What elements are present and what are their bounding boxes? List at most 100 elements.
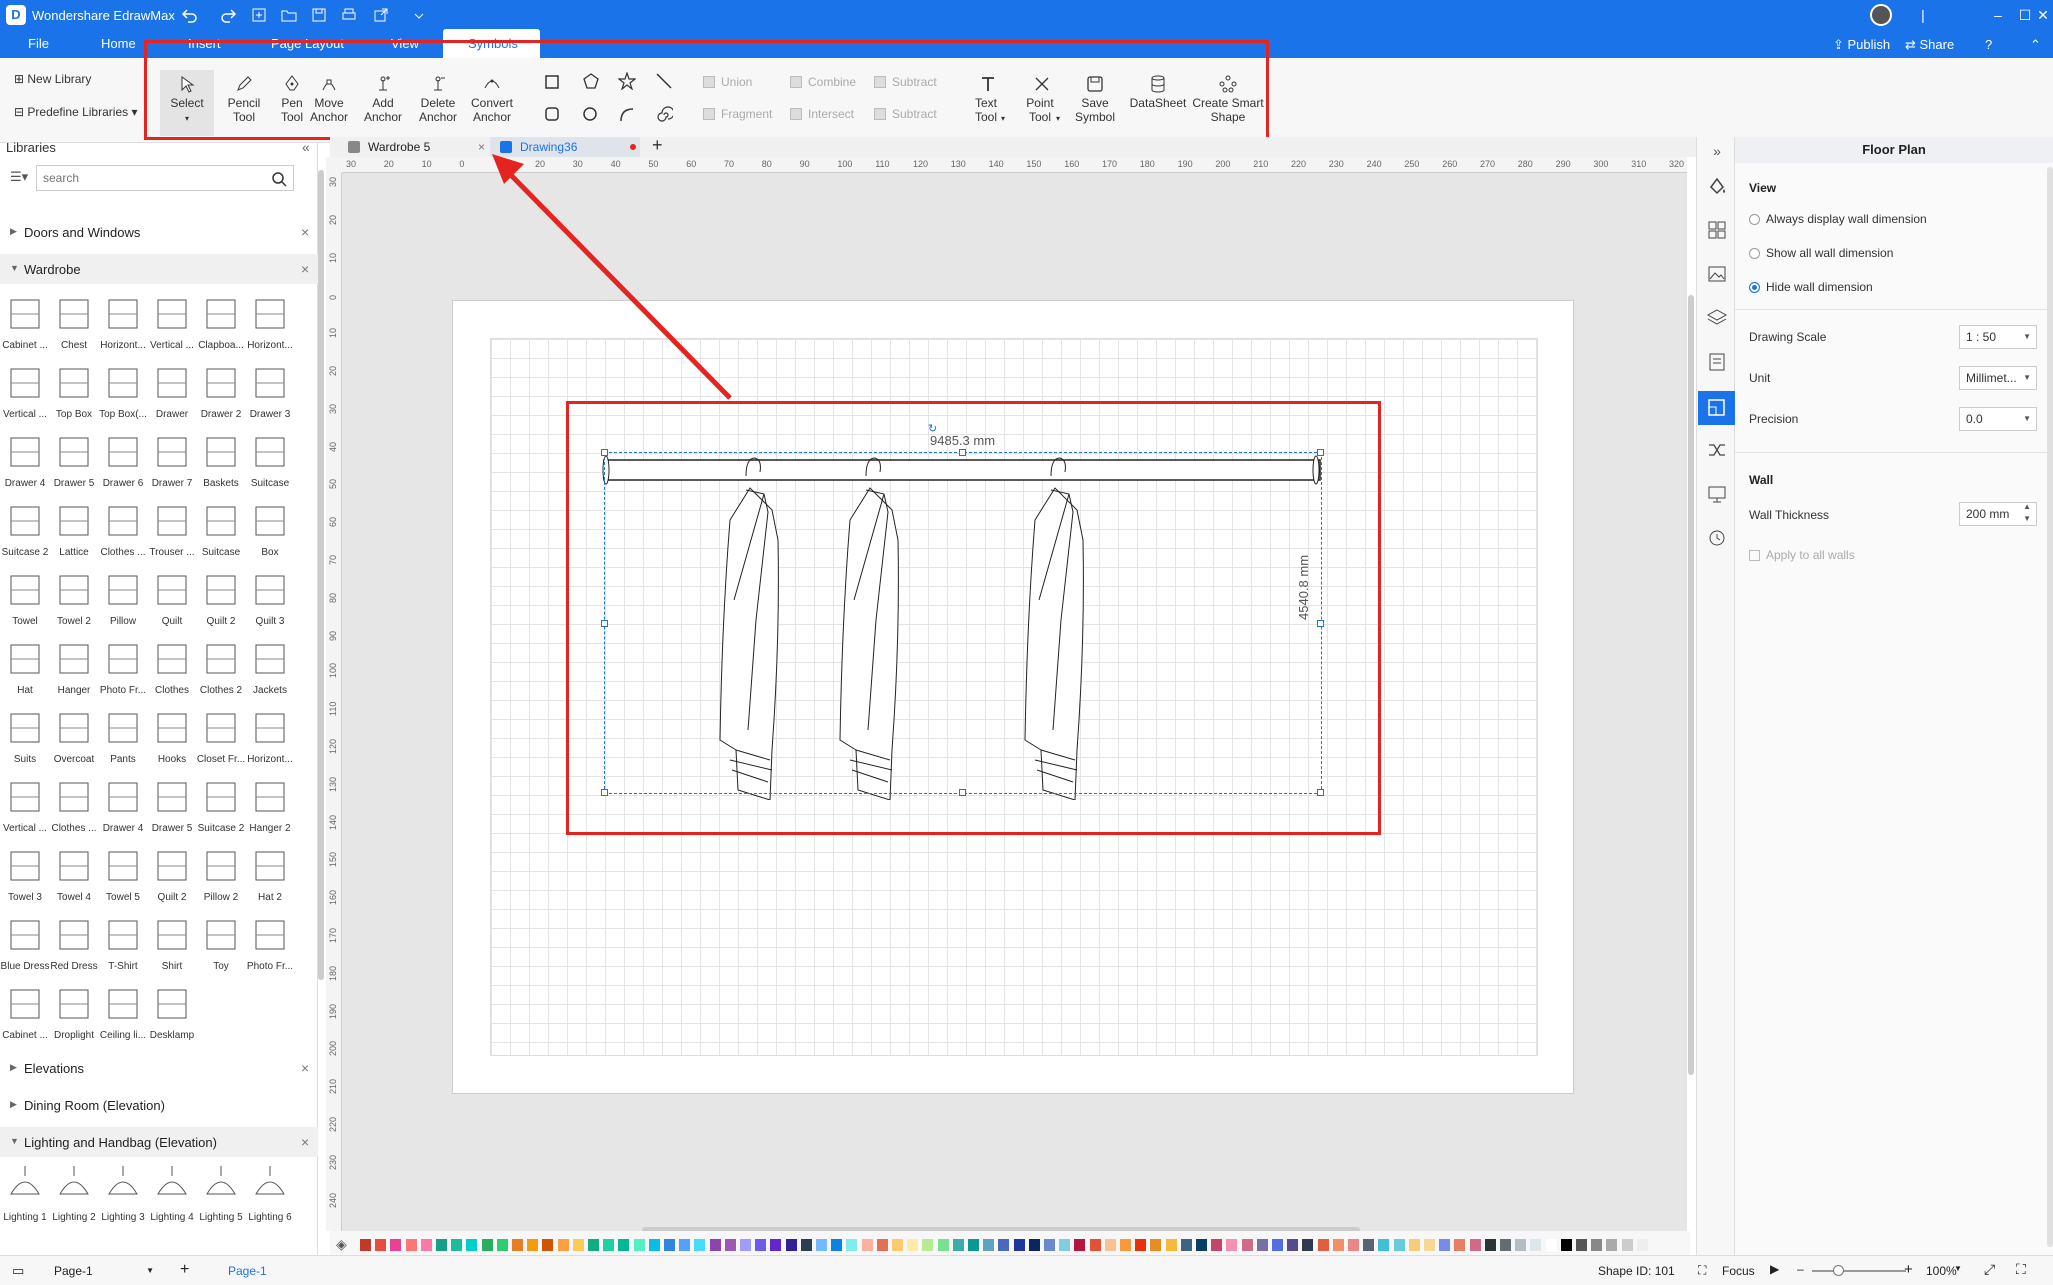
library-shape[interactable]: Overcoat bbox=[50, 706, 98, 774]
close-category-icon[interactable]: × bbox=[301, 224, 309, 240]
color-swatch[interactable] bbox=[800, 1239, 812, 1251]
color-swatch[interactable] bbox=[952, 1239, 964, 1251]
color-swatch[interactable] bbox=[679, 1239, 691, 1251]
library-shape[interactable]: Drawer 6 bbox=[99, 430, 147, 498]
page-view-icon[interactable]: ▭ bbox=[12, 1263, 24, 1279]
library-shape[interactable]: Suitcase 2 bbox=[1, 499, 49, 567]
zoom-level[interactable]: 100% bbox=[1926, 1264, 1957, 1278]
color-swatch[interactable] bbox=[1135, 1239, 1147, 1251]
floor-plan-panel-icon[interactable] bbox=[1698, 391, 1735, 425]
library-shape[interactable]: Hooks bbox=[148, 706, 196, 774]
library-shape[interactable]: Lighting 6 bbox=[246, 1164, 294, 1232]
library-shape[interactable]: Closet Fr... bbox=[197, 706, 245, 774]
color-swatch[interactable] bbox=[557, 1239, 569, 1251]
color-swatch[interactable] bbox=[360, 1239, 371, 1251]
zoom-slider[interactable] bbox=[1812, 1270, 1906, 1272]
color-swatch[interactable] bbox=[1302, 1239, 1314, 1251]
library-shape[interactable]: Clothes ... bbox=[50, 775, 98, 843]
apply-all-walls-checkbox[interactable]: Apply to all walls bbox=[1749, 548, 1855, 562]
library-shape[interactable]: Top Box(... bbox=[99, 361, 147, 429]
library-shape[interactable]: Toy bbox=[197, 913, 245, 981]
color-swatch[interactable] bbox=[1469, 1239, 1481, 1251]
color-swatch[interactable] bbox=[1013, 1239, 1025, 1251]
color-swatch[interactable] bbox=[876, 1239, 888, 1251]
color-swatch[interactable] bbox=[1560, 1239, 1572, 1251]
close-category-icon[interactable]: × bbox=[301, 261, 309, 277]
customize-icon[interactable] bbox=[410, 6, 428, 24]
wall-thickness-stepper[interactable]: 200 mm ▲ ▼ bbox=[1959, 502, 2037, 526]
library-shape[interactable]: Vertical ... bbox=[1, 361, 49, 429]
collapse-panel-icon[interactable]: « bbox=[302, 139, 310, 155]
color-swatch[interactable] bbox=[1515, 1239, 1527, 1251]
canvas-vertical-scrollbar[interactable] bbox=[1688, 295, 1694, 1075]
library-shape[interactable]: Jackets bbox=[246, 637, 294, 705]
zoom-in-icon[interactable]: + bbox=[1904, 1261, 1913, 1278]
panel-scrollbar[interactable] bbox=[2047, 167, 2053, 1247]
predefine-libraries-button[interactable]: ⊟ Predefine Libraries ▾ bbox=[14, 105, 137, 119]
libraries-scrollbar[interactable] bbox=[318, 170, 324, 980]
menu-file[interactable]: File bbox=[28, 36, 49, 51]
library-shape[interactable]: Quilt 2 bbox=[197, 568, 245, 636]
color-swatch[interactable] bbox=[831, 1239, 843, 1251]
history-icon[interactable] bbox=[1706, 527, 1728, 549]
color-swatch[interactable] bbox=[1059, 1239, 1071, 1251]
library-shape[interactable]: Pants bbox=[99, 706, 147, 774]
search-input[interactable] bbox=[37, 166, 257, 190]
color-swatch[interactable] bbox=[405, 1239, 417, 1251]
library-menu-icon[interactable]: ☰▾ bbox=[10, 169, 28, 185]
library-shape[interactable]: Box bbox=[246, 499, 294, 567]
library-shape[interactable]: Trouser ... bbox=[148, 499, 196, 567]
unit-select[interactable]: Millimet... ▼ bbox=[1959, 366, 2037, 390]
color-swatch[interactable] bbox=[1606, 1239, 1618, 1251]
library-shape[interactable]: Towel bbox=[1, 568, 49, 636]
new-file-icon[interactable] bbox=[250, 6, 268, 24]
color-swatch[interactable] bbox=[709, 1239, 721, 1251]
color-swatch[interactable] bbox=[724, 1239, 736, 1251]
menu-home[interactable]: Home bbox=[101, 36, 136, 51]
library-shape[interactable]: Lighting 1 bbox=[1, 1164, 49, 1232]
color-swatch[interactable] bbox=[968, 1239, 979, 1251]
color-swatch[interactable] bbox=[1500, 1239, 1511, 1251]
color-swatch[interactable] bbox=[1545, 1239, 1557, 1251]
color-swatch[interactable] bbox=[1530, 1239, 1542, 1251]
search-icon[interactable] bbox=[271, 171, 287, 187]
radio-hide-wall-dimension[interactable]: Hide wall dimension bbox=[1749, 280, 1873, 294]
library-shape[interactable]: T-Shirt bbox=[99, 913, 147, 981]
library-shape[interactable]: Suitcase bbox=[197, 499, 245, 567]
color-swatch[interactable] bbox=[907, 1239, 919, 1251]
library-shape[interactable]: Lighting 2 bbox=[50, 1164, 98, 1232]
color-swatch[interactable] bbox=[861, 1239, 873, 1251]
color-swatch[interactable] bbox=[1332, 1239, 1344, 1251]
redo-icon[interactable] bbox=[220, 6, 238, 24]
close-window-icon[interactable]: ✕ bbox=[2030, 5, 2053, 25]
color-swatch[interactable] bbox=[1363, 1239, 1375, 1251]
color-swatch[interactable] bbox=[451, 1239, 463, 1251]
library-shape[interactable]: Cabinet ... bbox=[1, 292, 49, 360]
color-swatch[interactable] bbox=[998, 1239, 1010, 1251]
color-swatch[interactable] bbox=[937, 1239, 949, 1251]
library-shape[interactable]: Hanger bbox=[50, 637, 98, 705]
color-swatch[interactable] bbox=[1241, 1239, 1253, 1251]
color-swatch[interactable] bbox=[1104, 1239, 1116, 1251]
color-swatch[interactable] bbox=[1287, 1239, 1299, 1251]
category-doors-and-windows[interactable]: ▶ Doors and Windows × bbox=[0, 217, 318, 247]
color-swatch[interactable] bbox=[1211, 1239, 1223, 1251]
grid-shapes-icon[interactable] bbox=[1706, 219, 1728, 241]
library-shape[interactable]: Vertical ... bbox=[148, 292, 196, 360]
color-swatch[interactable] bbox=[1044, 1239, 1055, 1251]
color-swatch[interactable] bbox=[1196, 1239, 1207, 1251]
color-swatch[interactable] bbox=[755, 1239, 767, 1251]
color-swatch[interactable] bbox=[846, 1239, 858, 1251]
layers-icon[interactable] bbox=[1706, 307, 1728, 329]
color-swatch[interactable] bbox=[1378, 1239, 1390, 1251]
color-swatch[interactable] bbox=[1454, 1239, 1466, 1251]
color-swatch[interactable] bbox=[983, 1239, 995, 1251]
new-library-button[interactable]: ⊞ New Library bbox=[14, 72, 91, 86]
undo-icon[interactable] bbox=[180, 6, 198, 24]
color-swatch[interactable] bbox=[1150, 1239, 1162, 1251]
library-shape[interactable]: Drawer 5 bbox=[148, 775, 196, 843]
shuffle-icon[interactable] bbox=[1706, 439, 1728, 461]
color-swatch[interactable] bbox=[466, 1239, 478, 1251]
library-shape[interactable]: Clothes ... bbox=[99, 499, 147, 567]
color-swatch[interactable] bbox=[633, 1239, 645, 1251]
